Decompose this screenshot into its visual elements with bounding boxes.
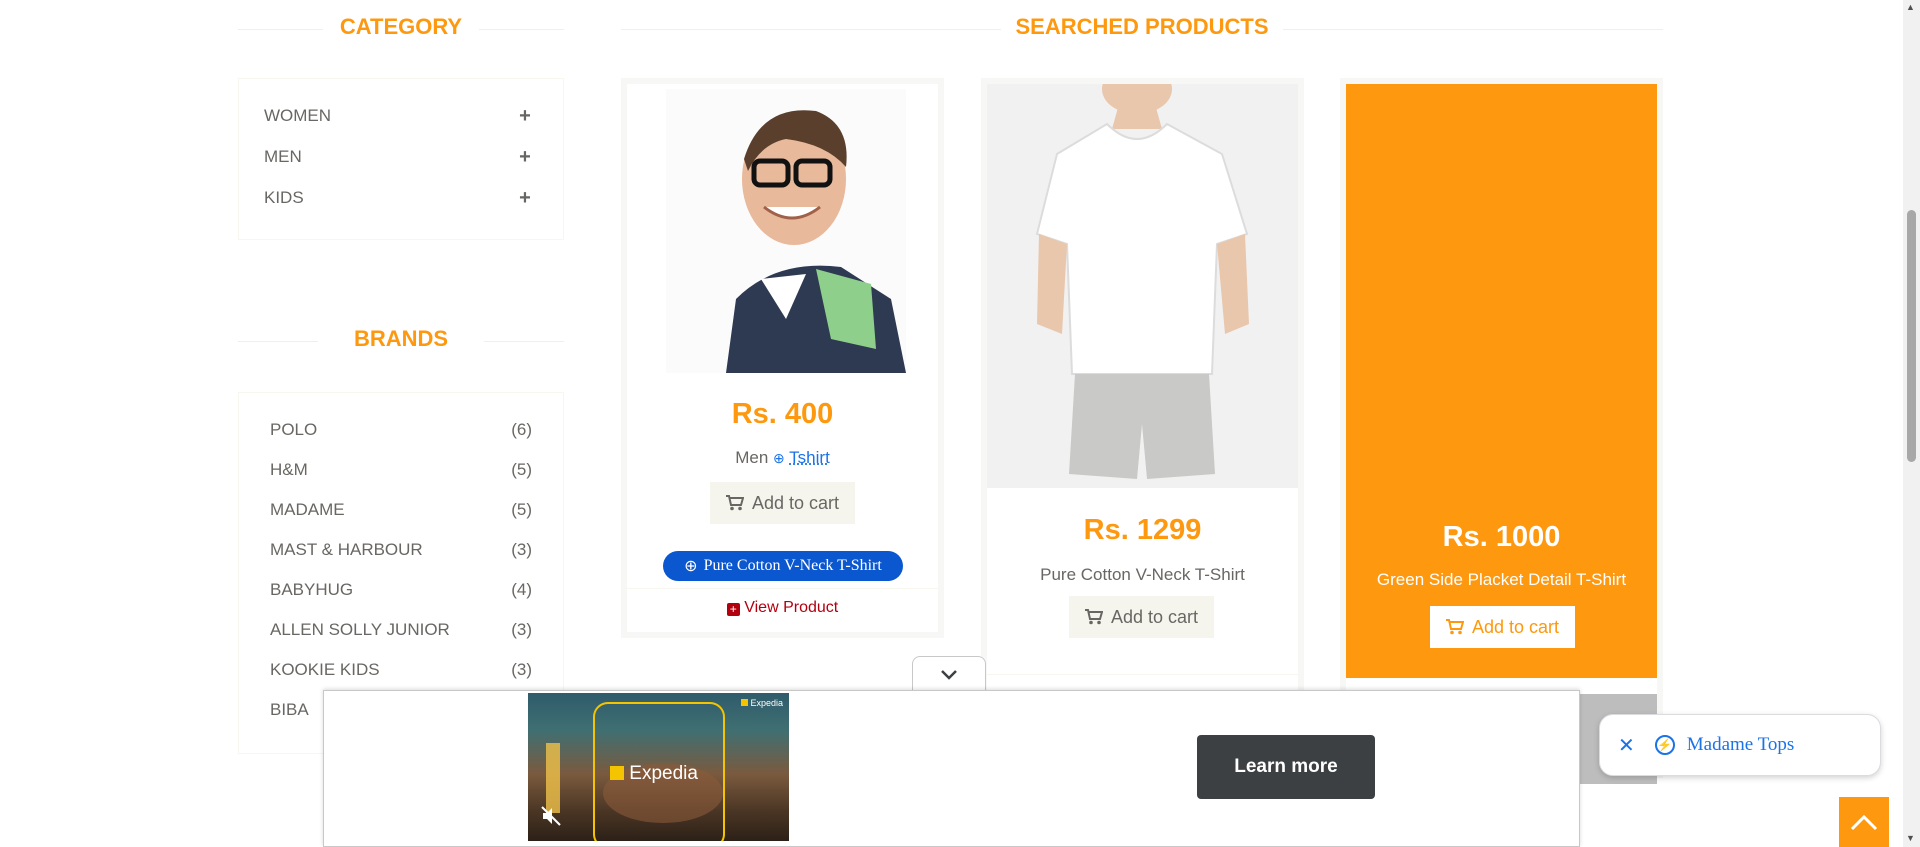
plus-circle-icon: ⊕ xyxy=(773,450,785,466)
cart-icon xyxy=(1085,609,1103,625)
brand-count: (3) xyxy=(511,620,532,639)
expand-plus-icon[interactable]: + xyxy=(517,105,533,128)
searched-products-section-title: SEARCHED PRODUCTS xyxy=(621,0,1663,39)
lightning-icon: ⚡ xyxy=(1654,735,1675,755)
brand-count: (3) xyxy=(511,540,532,559)
product-name: Pure Cotton V-Neck T-Shirt xyxy=(1040,565,1245,584)
category-label: KIDS xyxy=(264,188,304,207)
add-to-cart-button[interactable]: Add to cart xyxy=(1069,596,1215,638)
chip-label: Madame Tops xyxy=(1686,734,1795,755)
product-name-tooltip[interactable]: ⊕ Pure Cotton V-Neck T-Shirt xyxy=(663,551,903,581)
product-image[interactable] xyxy=(987,84,1298,488)
expedia-logo-icon xyxy=(740,699,748,706)
add-to-cart-label: Add to cart xyxy=(752,492,840,513)
add-to-cart-button[interactable]: Add to cart xyxy=(710,482,856,524)
plus-circle-icon: ⊕ xyxy=(684,558,698,575)
brand-name: ALLEN SOLLY JUNIOR xyxy=(270,620,450,639)
chevron-up-icon xyxy=(1850,814,1878,831)
brand-item-hm[interactable]: H&M (5) xyxy=(270,457,532,483)
cart-icon xyxy=(726,495,744,511)
view-product-link[interactable]: + View Product xyxy=(627,599,938,617)
brand-name: H&M xyxy=(270,460,308,479)
scroll-up-button[interactable] xyxy=(1839,797,1889,847)
ad-video[interactable]: Expedia Expedia xyxy=(528,693,789,841)
category-item-men[interactable]: MEN + xyxy=(264,143,533,171)
category-panel: WOMEN + MEN + KIDS + xyxy=(238,78,564,240)
brand-item-madame[interactable]: MADAME (5) xyxy=(270,497,532,523)
view-product-label: View Product xyxy=(744,599,839,616)
expand-plus-icon[interactable]: + xyxy=(517,146,533,169)
scrollbar-thumb[interactable] xyxy=(1907,210,1916,462)
category-label: WOMEN xyxy=(264,106,332,125)
brand-name: MAST & HARBOUR xyxy=(270,540,423,559)
add-to-cart-label: Add to cart xyxy=(1472,616,1560,637)
suggestion-chip[interactable]: ✕ ⚡ Madame Tops xyxy=(1599,714,1881,776)
scroll-up-arrow-icon[interactable]: ▲ xyxy=(1906,2,1915,12)
category-title: CATEGORY xyxy=(339,14,463,39)
close-icon[interactable]: ✕ xyxy=(1618,733,1635,757)
ad-collapse-button[interactable] xyxy=(912,656,986,693)
add-to-cart-label: Add to cart xyxy=(1111,606,1199,627)
ad-logo: Expedia xyxy=(610,763,698,785)
product-image[interactable] xyxy=(666,89,906,373)
product-category-line: Men ⊕ Tshirt xyxy=(627,448,938,468)
brand-item-kookie-kids[interactable]: KOOKIE KIDS (3) xyxy=(270,657,532,683)
product-category: Men xyxy=(735,448,769,467)
subcategory-link[interactable]: Tshirt xyxy=(789,448,830,467)
product-card: Rs. 1299 Pure Cotton V-Neck T-Shirt Add … xyxy=(981,78,1304,698)
brand-item-allen-solly-junior[interactable]: ALLEN SOLLY JUNIOR (3) xyxy=(270,617,532,643)
brand-count: (5) xyxy=(511,460,532,479)
category-label: MEN xyxy=(264,147,302,166)
product-price: Rs. 1299 xyxy=(1083,514,1202,546)
divider xyxy=(987,674,1298,675)
divider xyxy=(627,588,938,589)
plus-square-icon: + xyxy=(726,603,740,616)
mute-icon[interactable] xyxy=(540,805,562,832)
tooltip-label: Pure Cotton V-Neck T-Shirt xyxy=(703,557,882,574)
chevron-down-icon xyxy=(941,670,957,680)
brand-count: (3) xyxy=(511,660,532,679)
brand-name: KOOKIE KIDS xyxy=(270,660,380,679)
searched-products-title: SEARCHED PRODUCTS xyxy=(1015,14,1269,39)
expand-plus-icon[interactable]: + xyxy=(517,187,533,210)
brands-title: BRANDS xyxy=(353,326,449,351)
brand-count: (5) xyxy=(511,500,532,519)
category-item-women[interactable]: WOMEN + xyxy=(264,102,533,130)
product-price: Rs. 1000 xyxy=(1442,521,1561,553)
cart-icon xyxy=(1446,619,1464,635)
category-item-kids[interactable]: KIDS + xyxy=(264,184,533,212)
brand-item-polo[interactable]: POLO (6) xyxy=(270,417,532,443)
category-section-title: CATEGORY xyxy=(238,0,564,39)
brand-name: MADAME xyxy=(270,500,345,519)
product-price: Rs. 400 xyxy=(731,398,834,430)
learn-more-button[interactable]: Learn more xyxy=(1197,735,1375,799)
expedia-logo-icon xyxy=(610,766,624,780)
ad-corner-brand: Expedia xyxy=(750,698,783,708)
product-hover-overlay[interactable]: Rs. 1000 Green Side Placket Detail T-Shi… xyxy=(1346,84,1657,678)
brand-item-mast-harbour[interactable]: MAST & HARBOUR (3) xyxy=(270,537,532,563)
brand-name: BABYHUG xyxy=(270,580,354,599)
ad-banner xyxy=(323,690,1580,847)
product-name: Green Side Placket Detail T-Shirt xyxy=(1376,570,1627,589)
ad-brand: Expedia xyxy=(629,763,698,784)
brand-item-babyhug[interactable]: BABYHUG (4) xyxy=(270,577,532,603)
scroll-down-arrow-icon[interactable]: ▼ xyxy=(1906,833,1915,843)
add-to-cart-button[interactable]: Add to cart xyxy=(1430,606,1576,648)
ad-corner-logo: Expedia xyxy=(740,698,783,708)
brands-section-title: BRANDS xyxy=(238,312,564,351)
brand-name: POLO xyxy=(270,420,318,439)
brand-count: (4) xyxy=(511,580,532,599)
brand-name: BIBA xyxy=(270,700,309,719)
brand-count: (6) xyxy=(511,420,532,439)
